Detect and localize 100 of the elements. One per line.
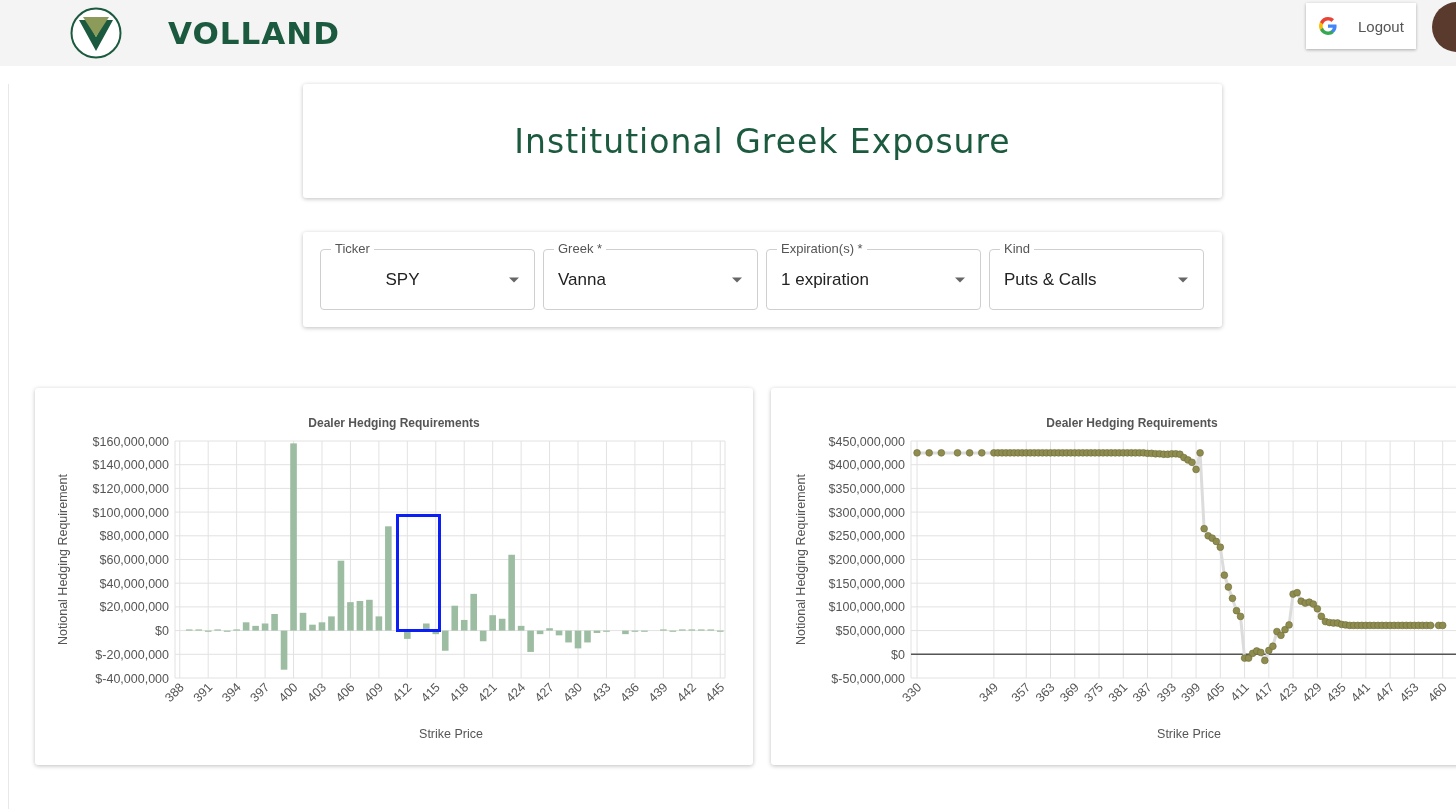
tick-label: 409	[361, 680, 386, 705]
bar	[318, 622, 326, 631]
dropdown-field[interactable]: Ticker SPY	[320, 241, 535, 310]
tick-label: $100,000,000	[92, 505, 169, 520]
bar	[498, 618, 506, 631]
tick-label: 415	[418, 680, 443, 705]
tick-label: 421	[475, 680, 500, 705]
bar	[479, 630, 487, 642]
bar	[271, 614, 278, 631]
tick-label: $-20,000,000	[95, 647, 169, 662]
tick-label: 436	[617, 680, 643, 705]
bar	[261, 623, 269, 631]
data-point	[1317, 612, 1326, 621]
tick-label: $80,000,000	[99, 529, 169, 544]
bar	[299, 612, 307, 631]
tick-label: 424	[503, 680, 529, 705]
tick-label: 427	[532, 680, 557, 705]
tick-label: $0	[155, 624, 169, 639]
tick-label: 439	[645, 680, 671, 705]
tick-label: $160,000,000	[92, 434, 169, 449]
tick-label: $400,000,000	[828, 458, 905, 473]
field-label: Greek *	[557, 241, 604, 257]
tick-label: 429	[1299, 680, 1325, 705]
bar	[337, 560, 345, 631]
bar	[622, 630, 629, 635]
tick-label: $120,000,000	[92, 481, 169, 496]
dropdown-field[interactable]: Kind Puts & Calls	[989, 241, 1204, 310]
tick-label: 460	[1425, 680, 1450, 705]
field-value: 1 expiration	[781, 270, 870, 290]
data-point	[978, 449, 986, 457]
tick-label: $50,000,000	[835, 624, 905, 639]
bar	[527, 630, 534, 652]
bar	[574, 630, 582, 649]
field-value: SPY	[384, 270, 421, 290]
tick-label: $-40,000,000	[95, 671, 169, 686]
tick-label: 399	[1178, 680, 1204, 705]
bar	[280, 630, 288, 670]
tick-label: $350,000,000	[828, 481, 905, 496]
tick-label: 418	[446, 680, 472, 705]
axis-title: Notional Hedging Requirement	[56, 474, 70, 645]
bar	[470, 593, 477, 631]
axis-title: Notional Hedging Requirement	[794, 474, 808, 645]
tick-label: $150,000,000	[828, 576, 905, 591]
tick-label: 453	[1396, 680, 1422, 705]
field-label: Kind	[1003, 241, 1032, 257]
bar	[565, 630, 572, 643]
bar	[404, 630, 411, 639]
tick-label: $140,000,000	[92, 458, 169, 473]
bar	[252, 625, 259, 631]
tick-label: 417	[1251, 680, 1276, 705]
chart-title: Dealer Hedging Requirements	[308, 416, 480, 430]
tick-label: $200,000,000	[828, 553, 905, 567]
tick-label: 406	[332, 680, 358, 705]
bar	[536, 630, 544, 635]
tick-label: 447	[1372, 680, 1398, 705]
logout-button[interactable]: Logout	[1306, 3, 1416, 49]
data-point	[1224, 583, 1233, 591]
axis-title: Strike Price	[1157, 727, 1221, 741]
field-value: Puts & Calls	[1004, 270, 1098, 290]
field-label: Expiration(s) *	[780, 241, 864, 257]
tick-label: $0	[891, 647, 905, 662]
tick-label: 403	[304, 680, 330, 705]
tick-label: 430	[560, 680, 586, 705]
axis-title: Strike Price	[419, 727, 483, 741]
tick-label: 435	[1324, 680, 1349, 705]
tick-label: $250,000,000	[828, 529, 905, 544]
data-point	[1426, 621, 1435, 630]
bar	[356, 601, 364, 631]
bar	[517, 625, 525, 631]
brand-name: VOLLAND	[168, 15, 340, 51]
tick-label: 441	[1348, 680, 1373, 705]
data-point	[953, 449, 962, 457]
chart-title: Dealer Hedging Requirements	[1046, 416, 1218, 430]
tick-label: 394	[219, 680, 244, 705]
bar	[347, 602, 354, 631]
dropdown-caret-icon	[508, 276, 520, 284]
tick-label: 387	[1130, 680, 1155, 705]
dropdown-field[interactable]: Greek * Vanna	[543, 241, 758, 310]
bar	[328, 616, 335, 631]
page-title: Institutional Greek Exposure	[514, 121, 1011, 161]
tick-label: 400	[276, 680, 301, 705]
bar	[489, 615, 496, 631]
tick-label: 423	[1275, 680, 1301, 705]
tick-label: $450,000,000	[828, 434, 905, 449]
dropdown-field[interactable]: Expiration(s) * 1 expiration	[766, 241, 981, 310]
bar	[584, 630, 591, 643]
tick-label: $40,000,000	[99, 576, 169, 591]
tick-label: 349	[976, 680, 1001, 705]
tick-label: 363	[1032, 680, 1058, 705]
data-point	[1220, 571, 1229, 579]
tick-label: 393	[1154, 680, 1179, 705]
bar	[423, 623, 430, 631]
data-point	[1236, 612, 1245, 621]
bar	[375, 616, 383, 631]
tick-label: $-50,000,000	[831, 671, 905, 686]
tick-label: $60,000,000	[99, 553, 169, 567]
bar	[555, 630, 563, 636]
google-icon	[1318, 16, 1338, 36]
tick-label: 381	[1105, 680, 1131, 705]
tick-label: 445	[702, 680, 728, 705]
